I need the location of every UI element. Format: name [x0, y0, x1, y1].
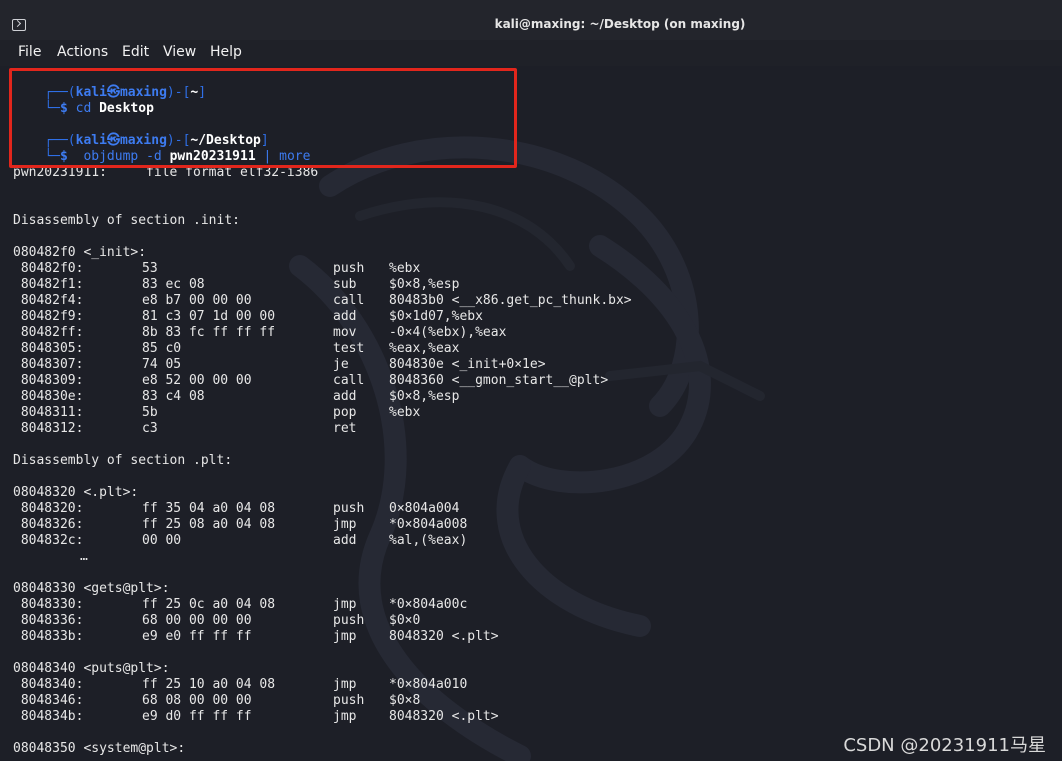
- disasm-bytes: 81 c3 07 1d 00 00: [142, 309, 276, 324]
- disasm-addr: 8048346:: [13, 693, 84, 708]
- menu-help[interactable]: Help: [210, 44, 242, 60]
- disasm-op: jmp: [333, 709, 357, 724]
- menu-edit[interactable]: Edit: [122, 44, 149, 60]
- disasm-bytes: e8 52 00 00 00: [142, 373, 252, 388]
- section-header: Disassembly of section .plt:: [13, 453, 233, 468]
- disasm-addr: 8048312:: [13, 421, 84, 436]
- disasm-args: %ebx: [389, 261, 421, 276]
- menu-file[interactable]: File: [18, 44, 41, 60]
- disasm-args: $0×8: [389, 693, 421, 708]
- disasm-args: %eax,%eax: [389, 341, 460, 356]
- disasm-bytes: 74 05: [142, 357, 182, 372]
- disasm-op: push: [333, 501, 365, 516]
- disasm-args: *0×804a00c: [389, 597, 468, 612]
- disasm-op: add: [333, 533, 357, 548]
- disasm-bytes: 53: [142, 261, 158, 276]
- disasm-op: mov: [333, 325, 357, 340]
- disasm-addr: 8048305:: [13, 341, 84, 356]
- disasm-op: ret: [333, 421, 357, 436]
- disasm-op: test: [333, 341, 365, 356]
- function-label: 08048340 <puts@plt>:: [13, 661, 170, 676]
- disasm-op: call: [333, 373, 365, 388]
- disasm-bytes: 83 ec 08: [142, 277, 205, 292]
- function-label: 08048350 <system@plt>:: [13, 741, 186, 756]
- disasm-op: jmp: [333, 517, 357, 532]
- disasm-args: *0×804a010: [389, 677, 468, 692]
- disasm-op: push: [333, 261, 365, 276]
- disasm-args: *0×804a008: [389, 517, 468, 532]
- function-label: 080482f0 <_init>:: [13, 245, 147, 260]
- command-highlight-box: [9, 68, 517, 168]
- disasm-op: je: [333, 357, 349, 372]
- menu-actions[interactable]: Actions: [57, 44, 108, 60]
- disasm-addr: 8048330:: [13, 597, 84, 612]
- disasm-op: sub: [333, 277, 357, 292]
- disasm-bytes: 8b 83 fc ff ff ff: [142, 325, 276, 340]
- menu-view[interactable]: View: [163, 44, 196, 60]
- disasm-addr: 804832c:: [13, 533, 84, 548]
- disasm-op: pop: [333, 405, 357, 420]
- disasm-addr: 8048340:: [13, 677, 84, 692]
- disasm-op: jmp: [333, 677, 357, 692]
- disasm-op: push: [333, 613, 365, 628]
- function-label: 08048320 <.plt>:: [13, 485, 139, 500]
- disasm-bytes: ff 25 08 a0 04 08: [142, 517, 276, 532]
- disasm-bytes: e9 d0 ff ff ff: [142, 709, 252, 724]
- disasm-op: push: [333, 693, 365, 708]
- disasm-bytes: e8 b7 00 00 00: [142, 293, 252, 308]
- disasm-bytes: c3: [142, 421, 158, 436]
- disasm-bytes: 68 08 00 00 00: [142, 693, 252, 708]
- disasm-addr: 8048320:: [13, 501, 84, 516]
- disasm-bytes: ff 25 10 a0 04 08: [142, 677, 276, 692]
- disasm-bytes: 00 00: [142, 533, 182, 548]
- disasm-op: jmp: [333, 629, 357, 644]
- disasm-addr: 804830e:: [13, 389, 84, 404]
- disasm-args: 8048320 <.plt>: [389, 629, 499, 644]
- disasm-op: call: [333, 293, 365, 308]
- title-bar: kali@maxing: ~/Desktop (on maxing): [0, 0, 1062, 41]
- disasm-addr: 8048326:: [13, 517, 84, 532]
- disasm-args: %al,(%eax): [389, 533, 468, 548]
- window-title: kali@maxing: ~/Desktop (on maxing): [494, 17, 746, 31]
- disasm-addr: 8048336:: [13, 613, 84, 628]
- disasm-op: add: [333, 389, 357, 404]
- disasm-addr: 804834b:: [13, 709, 84, 724]
- disasm-bytes: 83 c4 08: [142, 389, 205, 404]
- menu-bar: File Actions Edit View Help: [0, 40, 1062, 66]
- disasm-addr: 80482f9:: [13, 309, 84, 324]
- csdn-watermark: CSDN @20231911马星: [843, 735, 1046, 756]
- terminal-output[interactable]: ┌──(kali㉿maxing)-[~] └─$ cd Desktop ┌──(…: [0, 66, 1062, 761]
- disasm-addr: 8048311:: [13, 405, 84, 420]
- disasm-bytes: ff 25 0c a0 04 08: [142, 597, 276, 612]
- disasm-bytes: e9 e0 ff ff ff: [142, 629, 252, 644]
- disasm-args: $0×8,%esp: [389, 389, 460, 404]
- disasm-args: 0×804a004: [389, 501, 460, 516]
- disasm-args: $0×1d07,%ebx: [389, 309, 483, 324]
- disasm-args: 8048320 <.plt>: [389, 709, 499, 724]
- disasm-args: $0×0: [389, 613, 421, 628]
- disasm-op: jmp: [333, 597, 357, 612]
- disasm-addr: 80482f4:: [13, 293, 84, 308]
- function-label: 08048330 <gets@plt>:: [13, 581, 170, 596]
- disasm-args: $0×8,%esp: [389, 277, 460, 292]
- disasm-args: 804830e <_init+0×1e>: [389, 357, 546, 372]
- disasm-bytes: 5b: [142, 405, 158, 420]
- disasm-args: %ebx: [389, 405, 421, 420]
- terminal-icon: [12, 19, 26, 31]
- disasm-addr: 8048309:: [13, 373, 84, 388]
- disasm-args: -0×4(%ebx),%eax: [389, 325, 507, 340]
- disasm-addr: 80482f0:: [13, 261, 84, 276]
- disasm-addr: 8048307:: [13, 357, 84, 372]
- section-header: Disassembly of section .init:: [13, 213, 240, 228]
- disasm-addr: 80482f1:: [13, 277, 84, 292]
- disasm-addr: 80482ff:: [13, 325, 84, 340]
- disasm-op: add: [333, 309, 357, 324]
- disasm-args: 80483b0 <__x86.get_pc_thunk.bx>: [389, 293, 632, 308]
- disasm-args: 8048360 <__gmon_start__@plt>: [389, 373, 609, 388]
- disasm-bytes: 85 c0: [142, 341, 182, 356]
- disasm-addr: 804833b:: [13, 629, 84, 644]
- ellipsis: …: [80, 549, 88, 564]
- disasm-bytes: 68 00 00 00 00: [142, 613, 252, 628]
- disasm-bytes: ff 35 04 a0 04 08: [142, 501, 276, 516]
